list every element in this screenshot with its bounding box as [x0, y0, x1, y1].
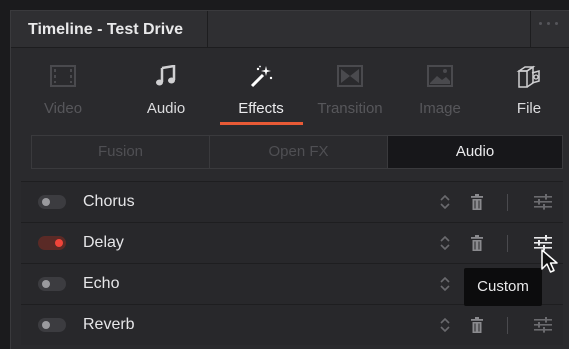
effect-row-delay[interactable]: Delay: [21, 222, 563, 263]
effect-enable-toggle[interactable]: [38, 195, 66, 209]
effect-row-chorus[interactable]: Chorus: [21, 181, 563, 222]
panel-title: Timeline - Test Drive: [28, 21, 184, 38]
row-icon-divider: [507, 194, 508, 211]
trash-icon[interactable]: [471, 235, 483, 251]
panel-titlebar: Timeline - Test Drive: [11, 11, 569, 48]
music-note-icon: [121, 65, 211, 89]
tab-label: Image: [419, 100, 461, 117]
effect-name: Delay: [83, 234, 124, 251]
custom-tooltip: Custom: [464, 268, 542, 306]
category-open-fx[interactable]: Open FX: [210, 136, 387, 168]
adjust-sliders-icon[interactable]: [534, 194, 552, 210]
effect-enable-toggle[interactable]: [38, 318, 66, 332]
reorder-chevrons-icon[interactable]: [439, 193, 451, 211]
effect-name: Chorus: [83, 193, 135, 210]
effect-enable-toggle[interactable]: [38, 277, 66, 291]
mouse-pointer-icon: [541, 249, 558, 273]
file-cabinet-icon: [484, 65, 569, 89]
tab-audio[interactable]: Audio: [121, 47, 211, 129]
title-tab-divider: [207, 11, 208, 47]
magic-wand-icon: [216, 65, 306, 89]
tab-label: Transition: [317, 100, 383, 117]
inspector-tabs: Video Audio Effects Transition Image Fil…: [11, 47, 569, 129]
tooltip-text: Custom: [477, 278, 529, 295]
tab-label: Audio: [146, 100, 186, 117]
tab-transition[interactable]: Transition: [305, 47, 395, 129]
trash-icon[interactable]: [471, 194, 483, 210]
adjust-sliders-icon[interactable]: [534, 317, 552, 333]
image-icon: [395, 65, 485, 89]
trash-icon[interactable]: [471, 317, 483, 333]
tab-label: Video: [43, 100, 83, 117]
reorder-chevrons-icon[interactable]: [439, 316, 451, 334]
reorder-chevrons-icon[interactable]: [439, 234, 451, 252]
row-icon-divider: [507, 317, 508, 334]
tab-video[interactable]: Video: [18, 47, 108, 129]
tab-label: Effects: [238, 100, 284, 117]
reorder-chevrons-icon[interactable]: [439, 275, 451, 293]
title-right-divider: [530, 11, 531, 47]
film-frame-icon: [18, 65, 108, 89]
category-audio[interactable]: Audio: [388, 136, 562, 168]
effect-row-reverb[interactable]: Reverb: [21, 304, 563, 345]
effect-name: Reverb: [83, 316, 135, 333]
transition-icon: [305, 65, 395, 89]
tab-file[interactable]: File: [484, 47, 569, 129]
tab-image[interactable]: Image: [395, 47, 485, 129]
more-options-icon[interactable]: [539, 22, 563, 32]
category-fusion[interactable]: Fusion: [32, 136, 209, 168]
row-icon-divider: [507, 235, 508, 252]
tab-label: File: [516, 100, 542, 117]
effect-category-selector: Fusion Open FX Audio: [31, 135, 563, 169]
effect-enable-toggle[interactable]: [38, 236, 66, 250]
effect-name: Echo: [83, 275, 120, 292]
tab-effects[interactable]: Effects: [216, 47, 306, 129]
selected-tab-indicator: [220, 122, 303, 125]
